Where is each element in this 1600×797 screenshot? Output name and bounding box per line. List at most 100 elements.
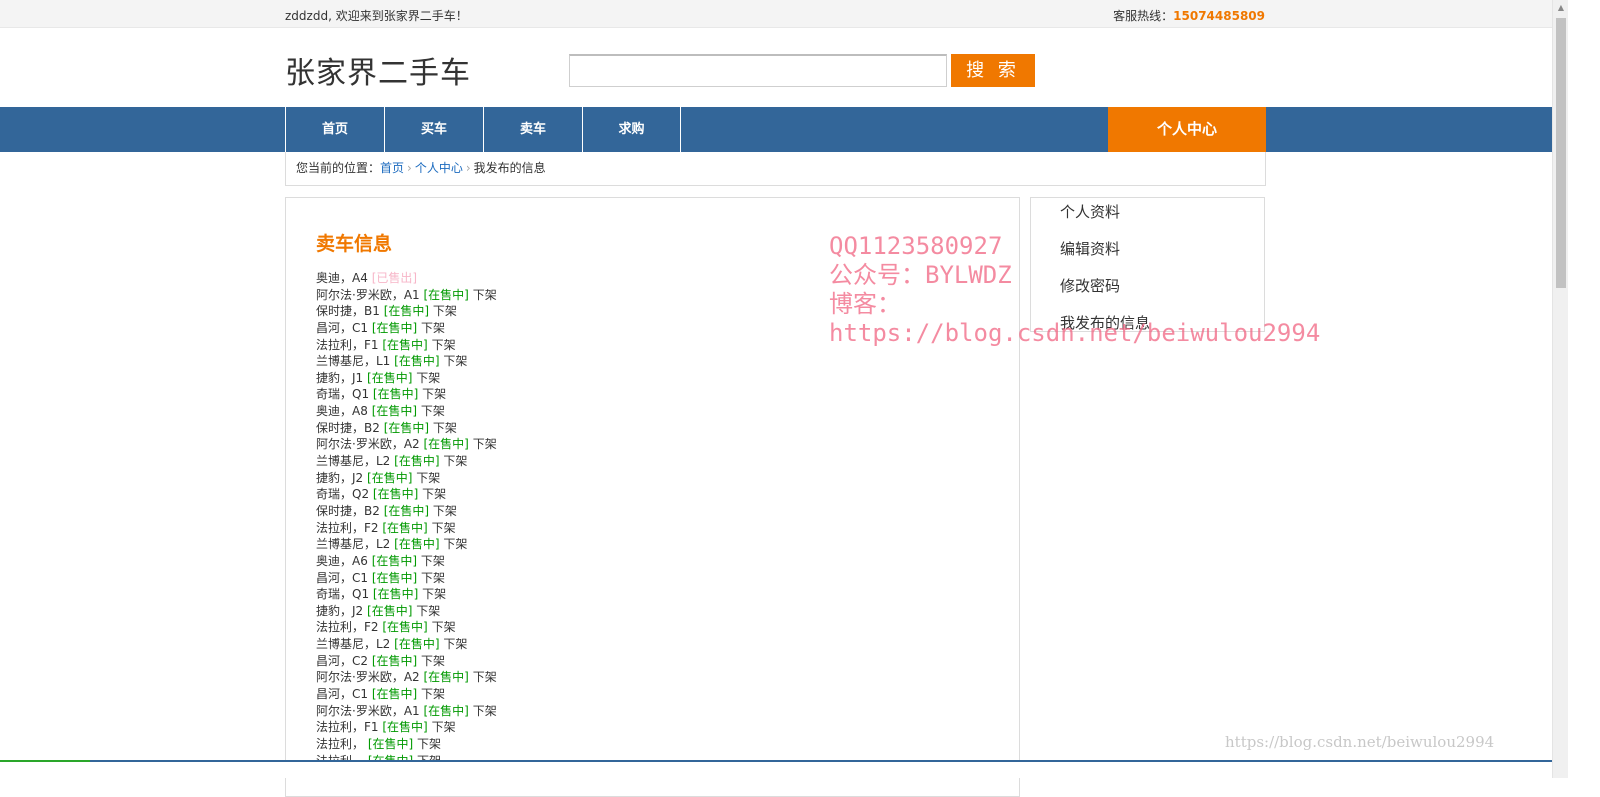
list-item: 兰博基尼，L2 [在售中] 下架 xyxy=(316,636,497,653)
car-name: 昌河，C1 xyxy=(316,320,369,335)
delist-link[interactable]: 下架 xyxy=(473,288,497,302)
car-name: 奥迪，A6 xyxy=(316,553,368,568)
vertical-scrollbar[interactable]: ▲ xyxy=(1552,0,1568,778)
breadcrumb-home[interactable]: 首页 xyxy=(380,161,404,175)
status-badge: [在售中] xyxy=(367,736,414,751)
status-badge: [在售中] xyxy=(382,620,428,635)
delist-link[interactable]: 下架 xyxy=(416,604,440,618)
nav-user-center[interactable]: 个人中心 xyxy=(1108,107,1266,152)
car-name: 阿尔法·罗米欧，A2 xyxy=(316,437,420,452)
delist-link[interactable]: 下架 xyxy=(422,487,446,501)
delist-link[interactable]: 下架 xyxy=(473,437,497,451)
car-name: 法拉利， xyxy=(316,736,365,751)
status-badge: [在售中] xyxy=(383,503,430,518)
delist-link[interactable]: 下架 xyxy=(421,554,445,568)
nav-buy[interactable]: 买车 xyxy=(384,107,483,152)
delist-link[interactable]: 下架 xyxy=(417,737,441,751)
status-badge: [在售中] xyxy=(423,703,469,718)
watermark-line: https://blog.csdn.net/beiwulou2994 xyxy=(829,319,1321,347)
list-item: 昌河，C2 [在售中] 下架 xyxy=(316,653,497,670)
hotline-number: 15074485809 xyxy=(1173,9,1265,23)
delist-link[interactable]: 下架 xyxy=(421,404,445,418)
delist-link[interactable]: 下架 xyxy=(421,571,445,585)
sidebar-item-edit-profile[interactable]: 编辑资料 xyxy=(1060,238,1120,259)
car-name: 保时捷，B1 xyxy=(316,304,380,319)
list-item: 兰博基尼，L2 [在售中] 下架 xyxy=(316,453,497,470)
status-badge: [在售中] xyxy=(367,370,413,385)
delist-link[interactable]: 下架 xyxy=(473,670,497,684)
breadcrumb-current: 我发布的信息 xyxy=(473,161,546,175)
list-item: 奥迪，A8 [在售中] 下架 xyxy=(316,403,497,420)
nav-sell[interactable]: 卖车 xyxy=(483,107,582,152)
list-item: 法拉利，F1 [在售中] 下架 xyxy=(316,719,497,736)
sidebar-item-change-password[interactable]: 修改密码 xyxy=(1060,275,1120,296)
nav-wanted[interactable]: 求购 xyxy=(582,107,681,152)
car-name: 捷豹，J2 xyxy=(316,603,364,618)
delist-link[interactable]: 下架 xyxy=(416,371,440,385)
welcome-text: zddzdd, 欢迎来到张家界二手车！ xyxy=(285,9,468,23)
scroll-up-icon[interactable]: ▲ xyxy=(1556,3,1566,13)
nav-home[interactable]: 首页 xyxy=(285,107,384,152)
car-name: 捷豹，J1 xyxy=(316,370,364,385)
corner-watermark: https://blog.csdn.net/beiwulou2994 xyxy=(1225,733,1495,751)
list-item: 兰博基尼，L2 [在售中] 下架 xyxy=(316,536,497,553)
delist-link[interactable]: 下架 xyxy=(432,620,456,634)
list-item: 捷豹，J1 [在售中] 下架 xyxy=(316,370,497,387)
list-item: 昌河，C1 [在售中] 下架 xyxy=(316,570,497,587)
delist-link[interactable]: 下架 xyxy=(473,704,497,718)
chevron-right-icon: › xyxy=(407,161,412,175)
car-name: 兰博基尼，L1 xyxy=(316,354,391,369)
delist-link[interactable]: 下架 xyxy=(421,654,445,668)
hotline-label: 客服热线： xyxy=(1113,9,1174,23)
list-item: 兰博基尼，L1 [在售中] 下架 xyxy=(316,353,497,370)
site-logo[interactable]: 张家界二手车 xyxy=(285,48,471,92)
car-name: 法拉利，F1 xyxy=(316,337,379,352)
car-name: 昌河，C1 xyxy=(316,687,369,702)
delist-link[interactable]: 下架 xyxy=(432,338,456,352)
car-name: 法拉利，F2 xyxy=(316,520,379,535)
status-badge: [在售中] xyxy=(394,537,440,552)
car-name: 兰博基尼，L2 xyxy=(316,537,391,552)
user-sidebar: 个人资料 编辑资料 修改密码 我发布的信息 xyxy=(1030,197,1265,332)
delist-link[interactable]: 下架 xyxy=(422,587,446,601)
list-item: 法拉利，F2 [在售中] 下架 xyxy=(316,619,497,636)
car-name: 兰博基尼，L2 xyxy=(316,454,391,469)
list-item: 奥迪，A6 [在售中] 下架 xyxy=(316,553,497,570)
sidebar-item-profile[interactable]: 个人资料 xyxy=(1060,201,1120,222)
delist-link[interactable]: 下架 xyxy=(421,687,445,701)
delist-link[interactable]: 下架 xyxy=(422,387,446,401)
watermark-line: 公众号：BYLWDZ xyxy=(829,261,1012,289)
scroll-thumb[interactable] xyxy=(1556,18,1566,288)
delist-link[interactable]: 下架 xyxy=(432,720,456,734)
car-name: 奥迪，A8 xyxy=(316,404,368,419)
breadcrumb-user-center[interactable]: 个人中心 xyxy=(415,161,463,175)
breadcrumb: 您当前的位置：首页 › 个人中心 › 我发布的信息 xyxy=(285,152,1266,186)
delist-link[interactable]: 下架 xyxy=(443,454,467,468)
status-badge: [在售中] xyxy=(383,304,430,319)
delist-link[interactable]: 下架 xyxy=(443,354,467,368)
delist-link[interactable]: 下架 xyxy=(443,637,467,651)
delist-link[interactable]: 下架 xyxy=(433,421,457,435)
car-name: 法拉利，F2 xyxy=(316,620,379,635)
list-item: 奇瑞，Q1 [在售中] 下架 xyxy=(316,386,497,403)
search-button[interactable]: 搜 索 xyxy=(951,54,1035,87)
top-bar: zddzdd, 欢迎来到张家界二手车！ 客服热线：15074485809 xyxy=(0,0,1552,28)
list-item: 阿尔法·罗米欧，A2 [在售中] 下架 xyxy=(316,669,497,686)
search-input[interactable] xyxy=(569,54,947,87)
delist-link[interactable]: 下架 xyxy=(421,321,445,335)
bottom-strip xyxy=(0,760,1600,778)
delist-link[interactable]: 下架 xyxy=(443,537,467,551)
status-badge: [在售中] xyxy=(394,637,440,652)
status-badge: [在售中] xyxy=(394,454,440,469)
list-item: 昌河，C1 [在售中] 下架 xyxy=(316,686,497,703)
list-item: 奇瑞，Q2 [在售中] 下架 xyxy=(316,486,497,503)
delist-link[interactable]: 下架 xyxy=(433,504,457,518)
status-badge: [在售中] xyxy=(383,420,430,435)
watermark-line: QQ1123580927 xyxy=(829,232,1003,260)
status-badge: [在售中] xyxy=(423,437,469,452)
delist-link[interactable]: 下架 xyxy=(416,471,440,485)
status-badge: [在售中] xyxy=(423,287,469,302)
list-item: 保时捷，B2 [在售中] 下架 xyxy=(316,420,497,437)
delist-link[interactable]: 下架 xyxy=(432,521,456,535)
delist-link[interactable]: 下架 xyxy=(433,304,457,318)
